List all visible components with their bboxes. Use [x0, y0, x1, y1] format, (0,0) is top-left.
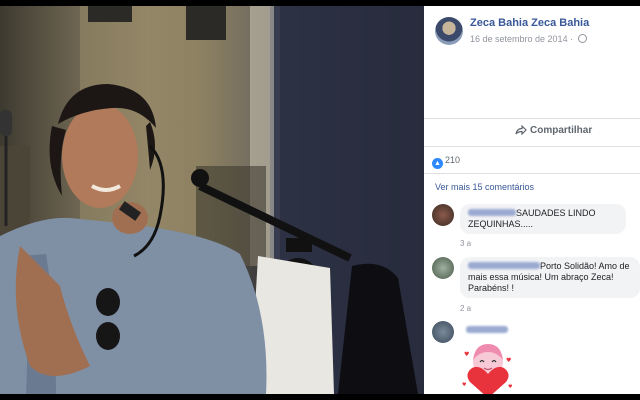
like-count: 210 [445, 155, 461, 165]
commenter-avatar[interactable] [432, 204, 454, 226]
svg-text:♥: ♥ [508, 384, 513, 390]
share-icon [515, 124, 527, 136]
comment-bubble: SAUDADES LINDO ZEQUINHAS..... [460, 204, 626, 234]
heart-sticker-icon: ♥ ♥ ♥ ♥ [462, 344, 513, 398]
divider [424, 118, 640, 119]
post-date-text[interactable]: 16 de setembro de 2014 · [470, 34, 576, 44]
commenter-avatar[interactable] [432, 321, 454, 343]
comment-bubble [460, 321, 514, 336]
commenter-avatar[interactable] [432, 257, 454, 279]
reactions-summary[interactable]: ▲ 210 [432, 155, 460, 169]
commenter-name-redacted[interactable] [468, 262, 540, 269]
bottom-border [0, 394, 640, 400]
view-more-comments-link[interactable]: Ver mais 15 comentários [435, 182, 534, 192]
comment-bubble: Porto Solidão! Amo de mais essa música! … [460, 257, 640, 298]
commenter-name-redacted[interactable] [468, 209, 516, 216]
comment-time[interactable]: 2 a [460, 304, 471, 313]
divider [424, 173, 640, 174]
post-header: Zeca Bahia Zeca Bahia 16 de setembro de … [424, 6, 640, 118]
author-avatar[interactable] [435, 17, 463, 45]
svg-text:♥: ♥ [462, 382, 467, 388]
commenter-name-redacted[interactable] [466, 326, 508, 333]
author-name[interactable]: Zeca Bahia Zeca Bahia [470, 17, 589, 29]
svg-text:♥: ♥ [506, 357, 511, 364]
photo-illustration [0, 6, 424, 394]
comment-time[interactable]: 3 a [460, 239, 471, 248]
post-photo[interactable] [0, 6, 424, 394]
divider [424, 146, 640, 147]
share-button[interactable]: Compartilhar [515, 124, 593, 136]
svg-text:♥: ♥ [464, 351, 469, 358]
post-side-panel: Zeca Bahia Zeca Bahia 16 de setembro de … [424, 6, 640, 398]
share-label: Compartilhar [530, 125, 593, 136]
thumbs-up-icon: ▲ [432, 158, 443, 169]
globe-icon [577, 34, 587, 43]
post-date[interactable]: 16 de setembro de 2014 · [470, 34, 587, 44]
